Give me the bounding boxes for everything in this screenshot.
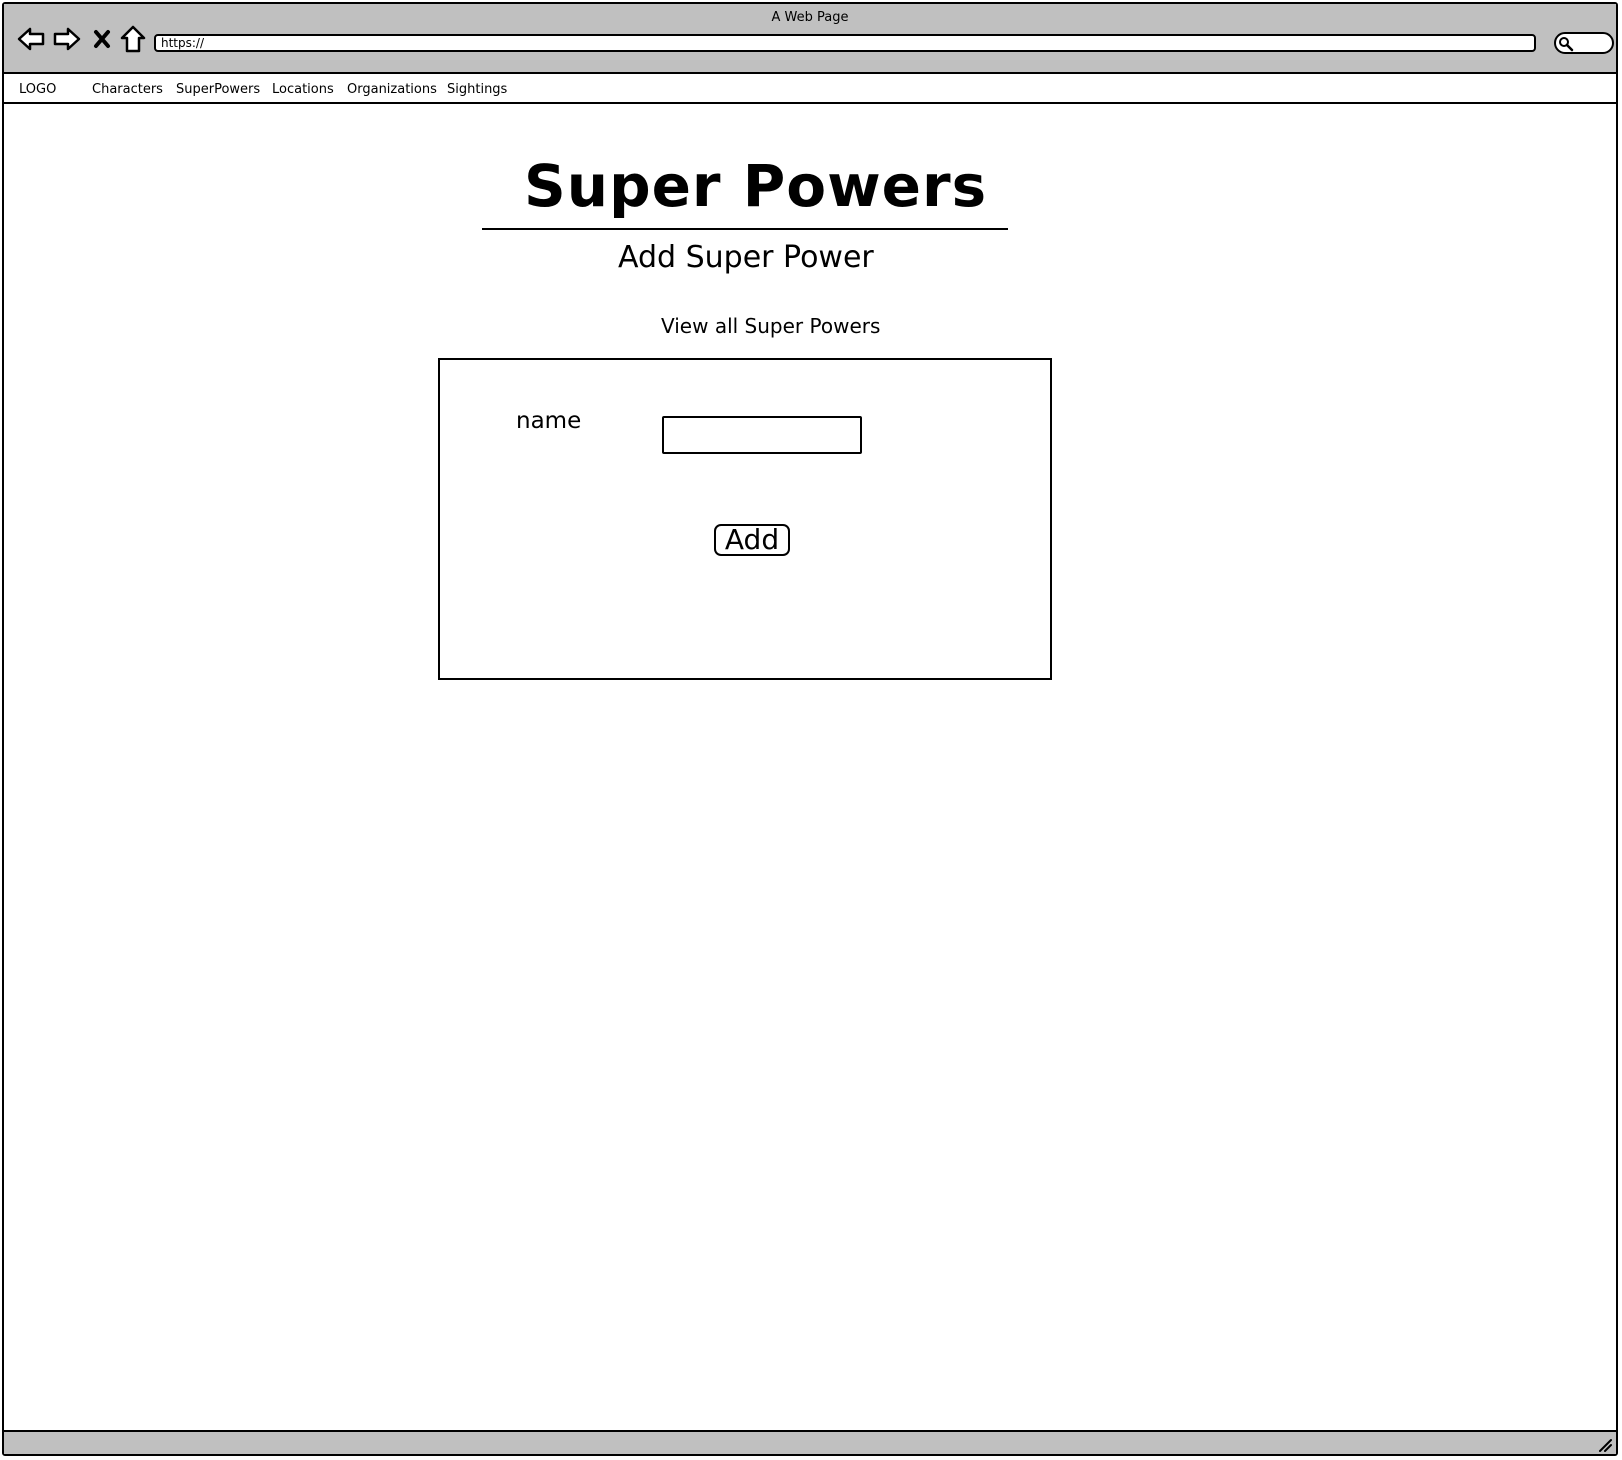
browser-window: A Web Page https:// LOGO Characters Supe… [2,2,1618,1456]
logo[interactable]: LOGO [19,82,56,97]
close-icon[interactable] [88,24,118,54]
add-button[interactable]: Add [714,524,790,556]
nav-item-organizations[interactable]: Organizations [347,82,437,97]
forward-arrow-icon[interactable] [52,24,82,54]
search-icon [1559,37,1574,52]
status-bar [4,1430,1616,1454]
nav-item-sightings[interactable]: Sightings [447,82,507,97]
resize-grip-icon[interactable] [1596,1436,1612,1452]
nav-item-superpowers[interactable]: SuperPowers [176,82,260,97]
title-divider [482,228,1008,230]
url-bar[interactable]: https:// [154,34,1536,52]
page-subtitle: Add Super Power [618,240,874,275]
site-nav: LOGO Characters SuperPowers Locations Or… [4,74,1616,104]
name-label: name [516,408,582,434]
name-input[interactable] [662,416,862,454]
view-all-link[interactable]: View all Super Powers [661,314,880,338]
home-icon[interactable] [118,24,148,54]
browser-toolbar: A Web Page https:// [4,4,1616,74]
browser-search-field[interactable] [1554,32,1614,54]
back-arrow-icon[interactable] [16,24,46,54]
nav-item-locations[interactable]: Locations [272,82,334,97]
window-title: A Web Page [771,10,849,25]
add-power-form: name Add [438,358,1052,680]
page-title: Super Powers [524,152,988,220]
nav-item-characters[interactable]: Characters [92,82,163,97]
